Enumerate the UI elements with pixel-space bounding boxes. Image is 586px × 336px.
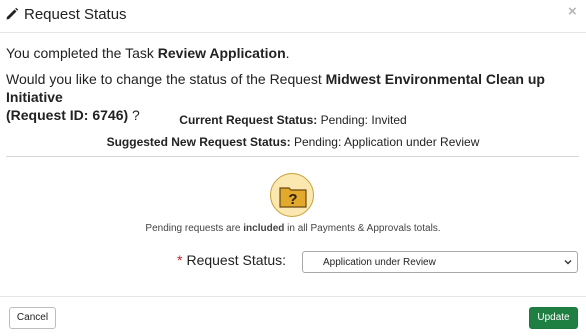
current-status-label: Current Request Status: (179, 113, 318, 127)
request-status-selected-value: Application under Review (323, 257, 436, 268)
request-status-label-text: Request Status: (186, 252, 287, 268)
task-completed-prefix: You completed the Task (6, 45, 158, 61)
dialog-header: Request Status × (0, 0, 586, 33)
update-button[interactable]: Update (529, 307, 578, 329)
note-suffix: in all Payments & Approvals totals. (284, 223, 441, 234)
suggested-status-value: Pending: Application under Review (290, 135, 480, 149)
task-name: Review Application (157, 45, 286, 61)
close-icon[interactable]: × (568, 3, 577, 20)
current-status-line: Current Request Status: Pending: Invited (0, 113, 586, 127)
svg-text:?: ? (288, 191, 297, 208)
request-status-label: * Request Status: (177, 252, 286, 268)
request-status-row: * Request Status: Application under Revie… (0, 251, 586, 275)
note-prefix: Pending requests are (145, 223, 244, 234)
suggested-status-label: Suggested New Request Status: (106, 135, 291, 149)
pending-totals-note: Pending requests are included in all Pay… (0, 223, 586, 234)
current-status-value: Pending: Invited (317, 113, 407, 127)
question-prefix: Would you like to change the status of t… (6, 71, 326, 87)
dialog-title: Request Status (24, 6, 127, 23)
note-bold: included (243, 223, 285, 234)
divider (6, 156, 579, 157)
task-completed-message: You completed the Task Review Applicatio… (6, 45, 290, 61)
pencil-icon (5, 7, 19, 21)
task-completed-suffix: . (285, 45, 290, 61)
pending-folder-icon: ? (270, 173, 314, 217)
required-marker: * (177, 252, 183, 268)
request-status-select[interactable]: Application under Review (302, 251, 578, 273)
footer-divider (0, 296, 586, 297)
suggested-status-line: Suggested New Request Status: Pending: A… (0, 135, 586, 149)
cancel-button[interactable]: Cancel (9, 307, 56, 329)
chevron-down-icon (563, 257, 573, 267)
